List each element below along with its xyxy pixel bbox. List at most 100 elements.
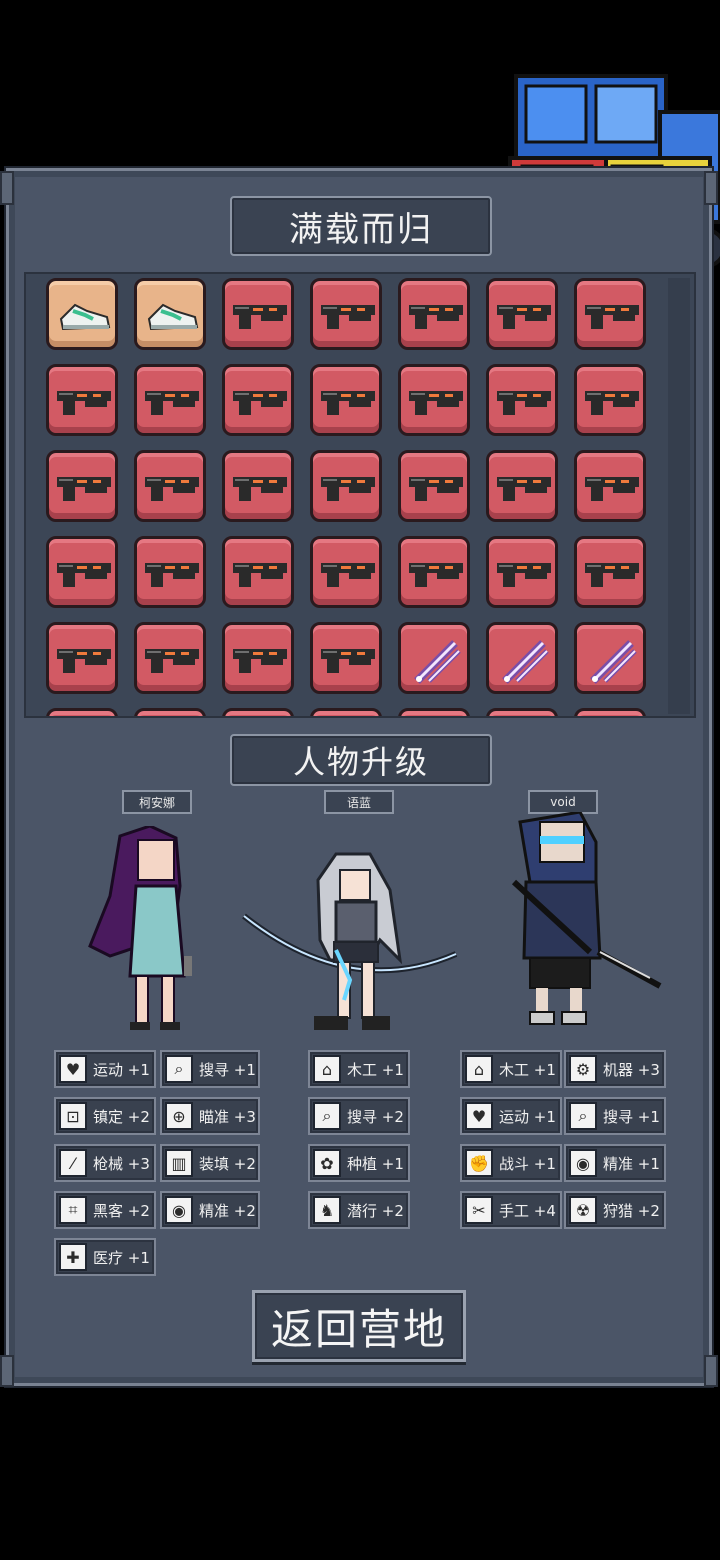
gun-icon — [57, 391, 111, 415]
loot-slot[interactable] — [46, 536, 118, 608]
gun-icon — [497, 305, 551, 329]
loot-slot[interactable] — [46, 450, 118, 522]
gun-icon — [233, 391, 287, 415]
loot-slot[interactable] — [574, 708, 646, 716]
loot-slot[interactable] — [486, 536, 558, 608]
gun-icon — [409, 305, 463, 329]
loot-slot[interactable] — [46, 708, 118, 716]
loot-slot[interactable] — [486, 278, 558, 350]
loot-slot[interactable] — [398, 278, 470, 350]
skill-label: 种植 +1 — [347, 1154, 404, 1173]
loot-slot[interactable] — [486, 622, 558, 694]
loot-slot[interactable] — [222, 536, 294, 608]
loot-scrollbar[interactable] — [668, 278, 690, 714]
loot-slot[interactable] — [46, 278, 118, 350]
skill-label: 搜寻 +1 — [603, 1107, 660, 1126]
loot-slot[interactable] — [574, 278, 646, 350]
loot-slot[interactable] — [310, 364, 382, 436]
loot-slot[interactable] — [398, 622, 470, 694]
loot-slot[interactable] — [486, 708, 558, 716]
loot-slot[interactable] — [134, 536, 206, 608]
loot-slot[interactable] — [222, 708, 294, 716]
character-name-1: 柯安娜 — [122, 790, 192, 814]
skill-label: 瞄准 +3 — [199, 1107, 256, 1126]
loot-slot[interactable] — [310, 708, 382, 716]
crosshair-icon: ⊕ — [165, 1102, 193, 1130]
loot-slot[interactable] — [222, 450, 294, 522]
loot-slot[interactable] — [46, 364, 118, 436]
skill-badge: ⚙ 机器 +3 — [564, 1050, 666, 1088]
loot-title-text: 满载而归 — [289, 209, 433, 250]
medkit-icon: ✚ — [59, 1243, 87, 1271]
heart-icon: ♥ — [465, 1102, 493, 1130]
lock-icon: ⊡ — [59, 1102, 87, 1130]
skill-badge: ⌂ 木工 +1 — [460, 1050, 562, 1088]
gun-icon — [321, 563, 375, 587]
loot-slot[interactable] — [574, 450, 646, 522]
loot-slot[interactable] — [574, 622, 646, 694]
magazine-icon: ▥ — [165, 1149, 193, 1177]
knife-icon: ⁄ — [59, 1149, 87, 1177]
skill-badge: ⌕ 搜寻 +2 — [308, 1097, 410, 1135]
skill-label: 狩猎 +2 — [603, 1201, 660, 1220]
skill-label: 枪械 +3 — [93, 1154, 150, 1173]
loot-slot[interactable] — [222, 622, 294, 694]
gun-icon — [57, 649, 111, 673]
skill-badge: ⁄ 枪械 +3 — [54, 1144, 156, 1182]
loot-slot[interactable] — [574, 364, 646, 436]
return-to-camp-label: 返回营地 — [270, 1304, 447, 1354]
gun-icon — [233, 477, 287, 501]
loot-slot[interactable] — [134, 278, 206, 350]
magnifier-icon: ⌕ — [569, 1102, 597, 1130]
loot-slot[interactable] — [398, 364, 470, 436]
gun-icon — [585, 305, 639, 329]
magnifier-icon: ⌕ — [165, 1055, 193, 1083]
loot-slot[interactable] — [398, 450, 470, 522]
loot-slot[interactable] — [134, 450, 206, 522]
gun-icon — [409, 563, 463, 587]
skill-badge: ⊕ 瞄准 +3 — [160, 1097, 260, 1135]
loot-slot[interactable] — [310, 450, 382, 522]
loot-slot[interactable] — [222, 364, 294, 436]
skill-label: 搜寻 +2 — [347, 1107, 404, 1126]
skill-label: 医疗 +1 — [93, 1248, 150, 1267]
house-icon: ⌂ — [465, 1055, 493, 1083]
loot-slot[interactable] — [486, 364, 558, 436]
character-name-text: 柯安娜 — [138, 795, 175, 810]
loot-grid[interactable] — [24, 272, 696, 718]
gun-icon — [497, 563, 551, 587]
skill-label: 运动 +1 — [499, 1107, 556, 1126]
return-to-camp-button[interactable]: 返回营地 — [252, 1290, 466, 1362]
skill-badge: ✿ 种植 +1 — [308, 1144, 410, 1182]
loot-slot[interactable] — [486, 450, 558, 522]
loot-slot[interactable] — [310, 536, 382, 608]
skill-label: 手工 +4 — [499, 1201, 556, 1220]
loot-slot[interactable] — [310, 278, 382, 350]
character-sprite-1 — [88, 826, 192, 1030]
loot-slot[interactable] — [222, 278, 294, 350]
gun-icon — [145, 391, 199, 415]
loot-slot[interactable] — [574, 536, 646, 608]
skill-label: 镇定 +2 — [93, 1107, 150, 1126]
loot-slot[interactable] — [398, 536, 470, 608]
loot-slot[interactable] — [398, 708, 470, 716]
gun-icon — [57, 477, 111, 501]
skill-badge: ✂ 手工 +4 — [460, 1191, 562, 1229]
skill-label: 运动 +1 — [93, 1060, 150, 1079]
gun-icon — [409, 477, 463, 501]
skill-label: 精准 +2 — [199, 1201, 256, 1220]
loot-slot[interactable] — [46, 622, 118, 694]
loot-slot[interactable] — [134, 708, 206, 716]
gun-icon — [57, 563, 111, 587]
gun-icon — [321, 391, 375, 415]
skill-label: 木工 +1 — [347, 1060, 404, 1079]
loot-slot[interactable] — [310, 622, 382, 694]
heart-icon: ♥ — [59, 1055, 87, 1083]
gun-icon — [233, 563, 287, 587]
skill-badge: ✚ 医疗 +1 — [54, 1238, 156, 1276]
fist-icon: ✊ — [465, 1149, 493, 1177]
loot-slot[interactable] — [134, 622, 206, 694]
skill-badge: ◉ 精准 +1 — [564, 1144, 666, 1182]
scissors-icon: ✂ — [465, 1196, 493, 1224]
loot-slot[interactable] — [134, 364, 206, 436]
